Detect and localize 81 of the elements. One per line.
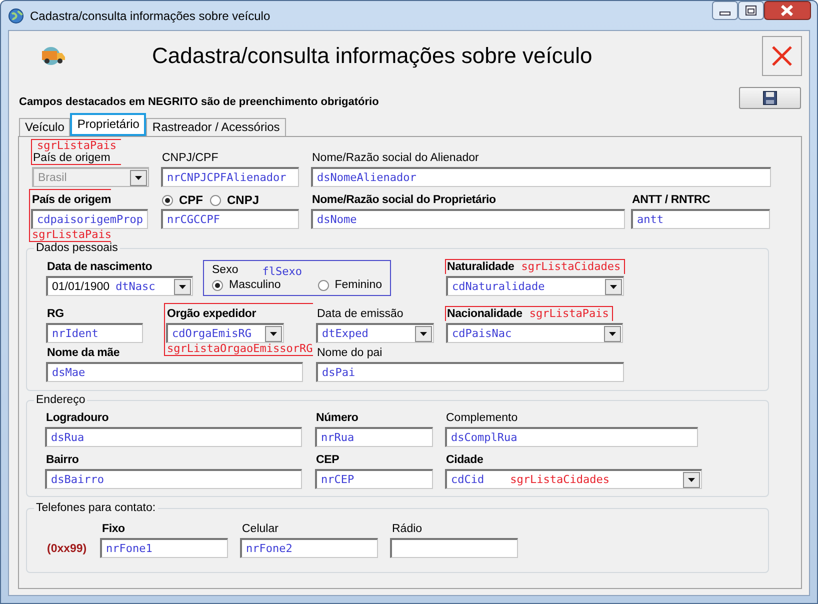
dropdown-field[interactable]: cdOrgaEmisRG [166,323,284,343]
field-label: Cidade [446,453,484,467]
text-field[interactable]: nrIdent [46,323,143,343]
field-label: CNPJ/CPF [162,151,218,165]
text-field[interactable]: nrFone1 [100,538,228,558]
field-label: Bairro [46,453,79,467]
field-label: País de origem [32,193,112,207]
annotation-label: sgrListaOrgaoEmissorRG [167,343,313,355]
group-title: Endereço [35,393,86,407]
field-label: Logradouro [46,411,109,425]
dropdown-field[interactable]: cdNaturalidade [446,276,624,296]
text-field[interactable]: dsNomeAlienador [311,167,771,187]
field-label: Número [316,411,358,425]
truck-icon [40,47,66,65]
annotation-label: sgrListaCidades [521,261,621,273]
tab[interactable]: Rastreador / Acessórios [146,118,286,136]
field-label: Nome/Razão social do Proprietário [312,193,496,207]
maximize-icon[interactable] [738,1,764,20]
radio-button[interactable]: Masculino [212,279,281,291]
close-icon[interactable] [764,1,811,20]
required-fields-note: Campos destacados em NEGRITO são de preenchimento obrigatório [19,96,379,108]
tab[interactable]: Proprietário [70,113,146,136]
text-field[interactable]: nrFone2 [240,538,378,558]
dropdown-field[interactable]: 01/01/1900 dtNasc [46,276,193,296]
text-field[interactable]: dsComplRua [445,427,698,447]
caret-icon [683,472,700,488]
field-label: Data de emissão [317,307,404,321]
globe-icon [8,8,24,24]
caret-icon [415,326,432,342]
save-button[interactable] [739,87,801,109]
caret-icon [174,278,191,294]
radio-button[interactable]: CPF [162,193,203,207]
field-label: Orgão expedidor [167,307,256,321]
text-field[interactable] [390,538,518,558]
annotation-label: sgrListaPais [32,229,112,241]
field-label: Complemento [446,411,518,425]
field-label: Rádio [392,522,422,536]
radio-button[interactable]: CNPJ [210,193,259,207]
text-field[interactable]: dsPai [316,362,624,382]
field-label: Nome da mãe [47,346,120,360]
tab[interactable]: Veículo [19,118,70,136]
dropdown-field[interactable]: dtExped [316,323,434,343]
radio-button[interactable]: Feminino [318,279,382,291]
text-field[interactable]: dsRua [45,427,302,447]
text-field[interactable]: nrCEP [315,469,433,489]
group-title: Telefones para contato: [35,501,157,515]
caret-icon [265,326,282,342]
field-label: Naturalidade [447,260,514,274]
form-title: Cadastra/consulta informações sobre veículo [152,43,594,69]
field-label: Nacionalidade [447,307,522,321]
dropdown-field[interactable]: cdPaisNac [446,323,623,343]
floppy-icon [763,91,777,105]
field-label: RG [47,307,64,321]
text-field[interactable]: dsBairro [45,469,302,489]
field-label: Data de nascimento [47,260,152,274]
caret-icon [130,170,147,186]
field-label: País de origem [33,152,110,165]
binding-label: flSexo [262,265,302,278]
text-field[interactable]: cdpaisorigemProp [31,209,148,229]
caret-icon [605,278,622,294]
field-label: CEP [316,453,340,467]
caret-icon [604,326,621,342]
group-label: Sexo [212,264,238,276]
area-code-label: (0xx99) [47,543,88,555]
field-label: Nome/Razão social do Alienador [312,151,479,165]
annotation-label: sgrListaPais [529,308,609,320]
text-field[interactable]: dsMae [46,362,303,382]
text-field[interactable]: nrCNPJCPFAlienador [161,167,299,187]
field-label: Nome do pai [317,346,382,360]
window-title: Cadastra/consulta informações sobre veículo [30,9,270,23]
dropdown-field[interactable]: cdCid sgrListaCidades [445,469,702,489]
annotation-label: sgrListaPais [37,140,116,152]
text-field[interactable]: nrRua [315,427,433,447]
field-label: Fixo [102,522,125,536]
field-label: Celular [242,522,278,536]
group-title: Dados pessoais [35,241,119,255]
text-field[interactable]: dsNome [311,209,625,229]
field-label: ANTT / RNTRC [632,193,710,207]
minimize-icon[interactable] [712,1,738,20]
text-field[interactable]: nrCGCCPF [161,209,299,229]
text-field[interactable]: antt [631,209,770,229]
